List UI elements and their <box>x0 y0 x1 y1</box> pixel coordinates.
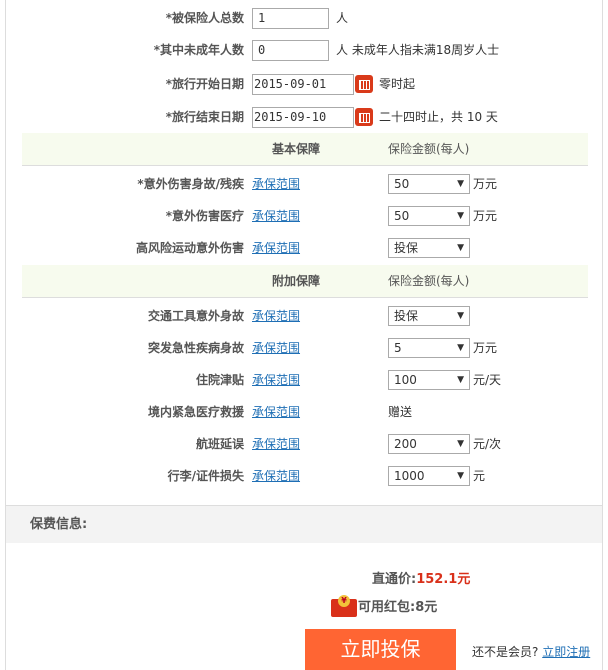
coverage-label: 高风险运动意外伤害 <box>135 241 244 255</box>
selected-value: 200 <box>394 437 417 451</box>
section-title: 附加保障 <box>272 274 321 288</box>
calendar-icon[interactable] <box>355 108 373 126</box>
coverage-label: *意外伤害医疗 <box>165 209 244 223</box>
coverage-scope-link[interactable]: 承保范围 <box>252 364 300 396</box>
price-line: 直通价:152.1元 <box>372 568 470 587</box>
gift-text: 赠送 <box>388 405 413 419</box>
red-packet-line: 可用红包:8元 <box>331 594 438 618</box>
field-label: *旅行结束日期 <box>165 110 244 124</box>
coverage-row: 航班延误 承保范围 200 ▼ 元/次 <box>0 428 608 460</box>
coverage-row: 住院津贴 承保范围 100 ▼ 元/天 <box>0 364 608 396</box>
fee-title: 保费信息: <box>30 517 88 532</box>
fee-info-header: 保费信息: <box>6 505 602 543</box>
calendar-icon[interactable] <box>355 75 373 93</box>
chevron-down-icon: ▼ <box>457 343 464 353</box>
start-date-input[interactable]: 2015-09-01 <box>252 74 354 95</box>
register-link[interactable]: 立即注册 <box>542 645 590 659</box>
amount-select[interactable]: 投保 ▼ <box>388 238 470 258</box>
amount-select[interactable]: 5 ▼ <box>388 338 470 358</box>
coverage-scope-link[interactable]: 承保范围 <box>252 460 300 492</box>
field-note: 零时起 <box>379 77 416 91</box>
field-note: 人 未成年人指未满18周岁人士 <box>336 43 500 57</box>
extra-section-header: 附加保障 保险金额(每人) <box>22 265 588 298</box>
field-note: 二十四时止，共 10 天 <box>379 110 498 124</box>
selected-value: 投保 <box>394 241 419 255</box>
chevron-down-icon: ▼ <box>457 211 464 221</box>
coverage-label: 境内紧急医疗救援 <box>147 405 244 419</box>
amount-unit: 元/次 <box>473 437 502 451</box>
insured-count-input[interactable]: 1 <box>252 8 329 29</box>
coverage-row: *意外伤害身故/残疾 承保范围 50 ▼ 万元 <box>0 168 608 200</box>
chevron-down-icon: ▼ <box>457 243 464 253</box>
coverage-row: 高风险运动意外伤害 承保范围 投保 ▼ <box>0 232 608 264</box>
coverage-scope-link[interactable]: 承保范围 <box>252 396 300 428</box>
field-label: *被保险人总数 <box>165 11 244 25</box>
chevron-down-icon: ▼ <box>457 375 464 385</box>
coverage-label: 住院津贴 <box>195 373 244 387</box>
price-label: 直通价: <box>372 572 417 587</box>
field-label: *其中未成年人数 <box>153 43 244 57</box>
amount-select[interactable]: 50 ▼ <box>388 206 470 226</box>
selected-value: 投保 <box>394 309 419 323</box>
coverage-scope-link[interactable]: 承保范围 <box>252 428 300 460</box>
submit-insure-button[interactable]: 立即投保 <box>305 629 456 670</box>
end-date-input[interactable]: 2015-09-10 <box>252 107 354 128</box>
end-date-row: *旅行结束日期 2015-09-10 二十四时止，共 10 天 <box>0 101 608 133</box>
coverage-row: 突发急性疾病身故 承保范围 5 ▼ 万元 <box>0 332 608 364</box>
amount-unit: 万元 <box>473 341 498 355</box>
amount-select[interactable]: 100 ▼ <box>388 370 470 390</box>
chevron-down-icon: ▼ <box>457 311 464 321</box>
coverage-label: 航班延误 <box>195 437 244 451</box>
amount-unit: 万元 <box>473 209 498 223</box>
amount-select[interactable]: 投保 ▼ <box>388 306 470 326</box>
packet-value: 8元 <box>415 600 438 615</box>
start-date-row: *旅行开始日期 2015-09-01 零时起 <box>0 68 608 100</box>
coverage-label: 交通工具意外身故 <box>147 309 244 323</box>
coverage-scope-link[interactable]: 承保范围 <box>252 300 300 332</box>
selected-value: 50 <box>394 177 410 191</box>
minor-count-row: *其中未成年人数 0 人 未成年人指未满18周岁人士 <box>0 34 608 66</box>
chevron-down-icon: ▼ <box>457 471 464 481</box>
section-title: 基本保障 <box>272 142 321 156</box>
coverage-label: 行李/证件损失 <box>167 469 244 483</box>
coverage-row: 境内紧急医疗救援 承保范围 赠送 <box>0 396 608 428</box>
amount-select[interactable]: 50 ▼ <box>388 174 470 194</box>
selected-value: 100 <box>394 373 417 387</box>
insured-count-row: *被保险人总数 1 人 <box>0 2 608 34</box>
coverage-row: *意外伤害医疗 承保范围 50 ▼ 万元 <box>0 200 608 232</box>
amount-unit: 元/天 <box>473 373 502 387</box>
amount-unit: 万元 <box>473 177 498 191</box>
amount-select[interactable]: 1000 ▼ <box>388 466 470 486</box>
amount-unit: 元 <box>473 469 486 483</box>
member-prompt: 还不是会员? 立即注册 <box>472 643 590 660</box>
price-value: 152.1元 <box>416 572 471 587</box>
amount-header: 保险金额(每人) <box>388 274 470 288</box>
coverage-scope-link[interactable]: 承保范围 <box>252 200 300 232</box>
field-note: 人 <box>336 11 349 25</box>
packet-label: 可用红包: <box>358 600 416 615</box>
coverage-scope-link[interactable]: 承保范围 <box>252 168 300 200</box>
field-label: *旅行开始日期 <box>165 77 244 91</box>
selected-value: 5 <box>394 341 402 355</box>
coverage-label: *意外伤害身故/残疾 <box>137 177 244 191</box>
coverage-label: 突发急性疾病身故 <box>147 341 244 355</box>
coverage-scope-link[interactable]: 承保范围 <box>252 232 300 264</box>
coverage-row: 交通工具意外身故 承保范围 投保 ▼ <box>0 300 608 332</box>
basic-section-header: 基本保障 保险金额(每人) <box>22 133 588 166</box>
coverage-scope-link[interactable]: 承保范围 <box>252 332 300 364</box>
amount-select[interactable]: 200 ▼ <box>388 434 470 454</box>
chevron-down-icon: ▼ <box>457 179 464 189</box>
red-packet-icon <box>331 594 357 617</box>
amount-header: 保险金额(每人) <box>388 142 470 156</box>
chevron-down-icon: ▼ <box>457 439 464 449</box>
coverage-row: 行李/证件损失 承保范围 1000 ▼ 元 <box>0 460 608 492</box>
selected-value: 50 <box>394 209 410 223</box>
selected-value: 1000 <box>394 469 425 483</box>
member-question: 还不是会员? <box>472 645 539 659</box>
minor-count-input[interactable]: 0 <box>252 40 329 61</box>
